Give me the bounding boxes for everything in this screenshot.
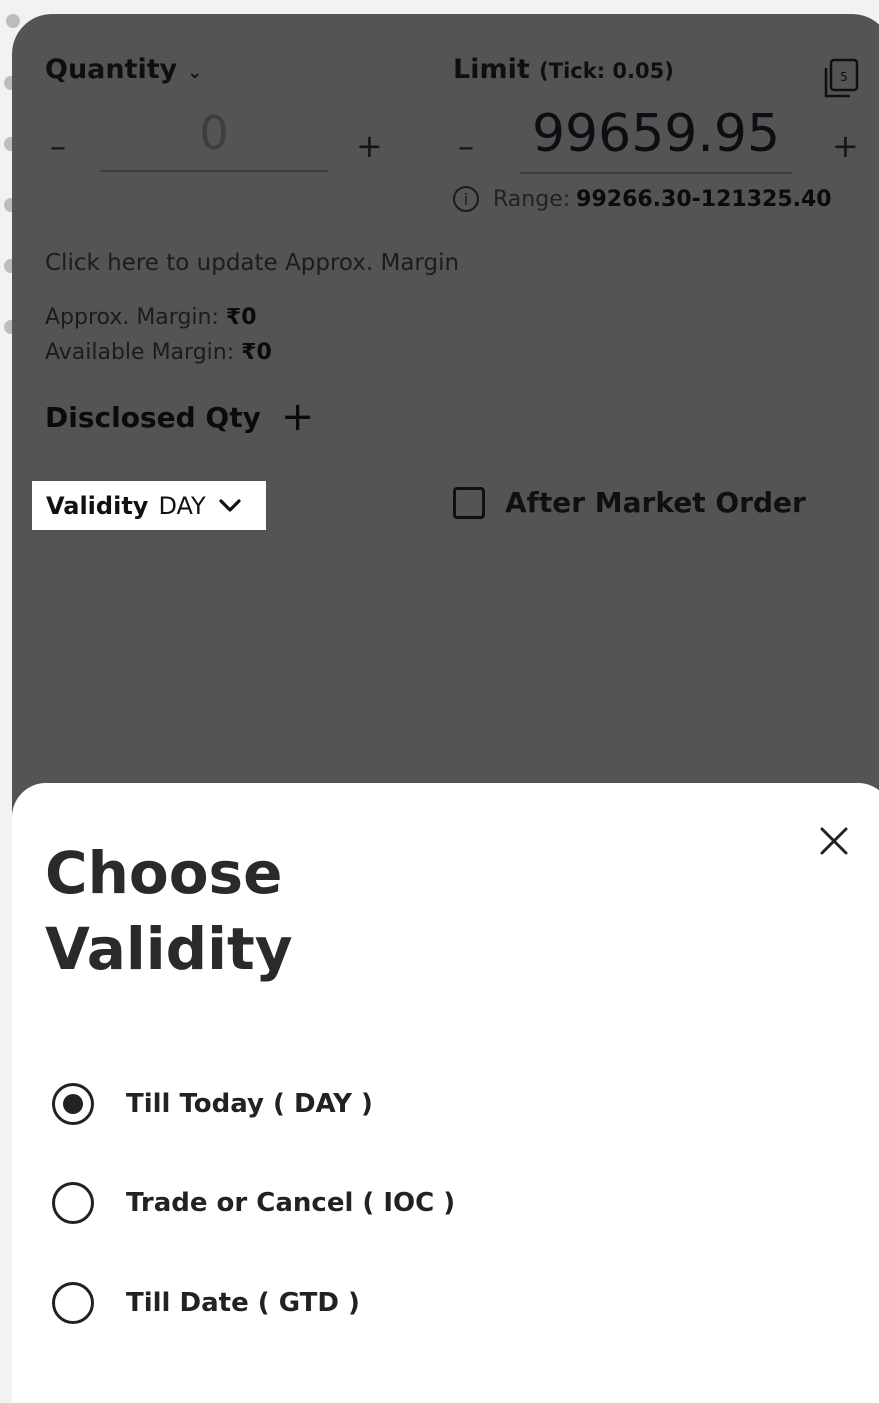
copy-badge: 5 (840, 70, 848, 84)
limit-label-text: Limit (453, 54, 530, 85)
quantity-dropdown[interactable]: Quantity ⌄ (45, 54, 202, 85)
option-label: Till Today ( DAY ) (126, 1089, 373, 1119)
validity-value: DAY (158, 491, 206, 520)
after-market-checkbox[interactable] (453, 486, 485, 519)
radio-selected[interactable] (52, 1083, 94, 1125)
limit-increment-button[interactable]: + (832, 130, 859, 162)
approx-margin-value: ₹0 (225, 305, 257, 330)
option-label: Till Date ( GTD ) (126, 1288, 360, 1318)
available-margin-label: Available Margin: (45, 340, 235, 365)
quantity-input[interactable]: 0 (100, 106, 328, 172)
quantity-increment-button[interactable]: + (356, 130, 383, 162)
plus-icon: + (280, 394, 315, 440)
limit-price-input[interactable]: 99659.95 (520, 104, 792, 174)
approx-margin: Approx. Margin: ₹0 (45, 305, 257, 330)
radio-dot (63, 1094, 83, 1114)
radio-unselected[interactable] (52, 1182, 94, 1224)
after-market-order[interactable]: After Market Order (453, 486, 806, 519)
validity-bottom-sheet: Choose Validity Till Today ( DAY ) Trade… (12, 783, 879, 1403)
chevron-down-icon: ⌄ (187, 62, 203, 83)
approx-margin-label: Approx. Margin: (45, 305, 219, 330)
option-label: Trade or Cancel ( IOC ) (126, 1188, 456, 1218)
validity-label: Validity (46, 491, 149, 520)
tick-text: (Tick: 0.05) (539, 59, 674, 83)
available-margin-value: ₹0 (241, 340, 272, 365)
disclosed-qty-toggle[interactable]: Disclosed Qty + (45, 394, 314, 440)
radio-unselected[interactable] (52, 1282, 94, 1324)
price-range: i Range: 99266.30-121325.40 (453, 186, 832, 212)
info-icon[interactable]: i (453, 186, 479, 212)
copy-orders-icon[interactable]: 5 (822, 58, 860, 100)
range-value: 99266.30-121325.40 (576, 186, 832, 212)
validity-option-day[interactable]: Till Today ( DAY ) (52, 1083, 373, 1125)
validity-option-gtd[interactable]: Till Date ( GTD ) (52, 1282, 360, 1324)
after-market-label: After Market Order (505, 486, 806, 519)
limit-label: Limit (Tick: 0.05) (453, 54, 674, 85)
update-margin-link[interactable]: Click here to update Approx. Margin (45, 250, 459, 276)
range-label: Range: (493, 186, 571, 212)
limit-decrement-button[interactable]: – (458, 130, 474, 162)
quantity-label: Quantity (45, 54, 178, 85)
sheet-title: Choose Validity (45, 839, 293, 983)
validity-option-ioc[interactable]: Trade or Cancel ( IOC ) (52, 1182, 455, 1224)
available-margin: Available Margin: ₹0 (45, 340, 272, 365)
disclosed-qty-label: Disclosed Qty (45, 400, 261, 434)
chevron-down-icon (219, 498, 241, 512)
validity-dropdown[interactable]: Validity DAY (32, 481, 266, 530)
quantity-decrement-button[interactable]: – (50, 130, 66, 162)
close-icon[interactable] (816, 823, 852, 859)
